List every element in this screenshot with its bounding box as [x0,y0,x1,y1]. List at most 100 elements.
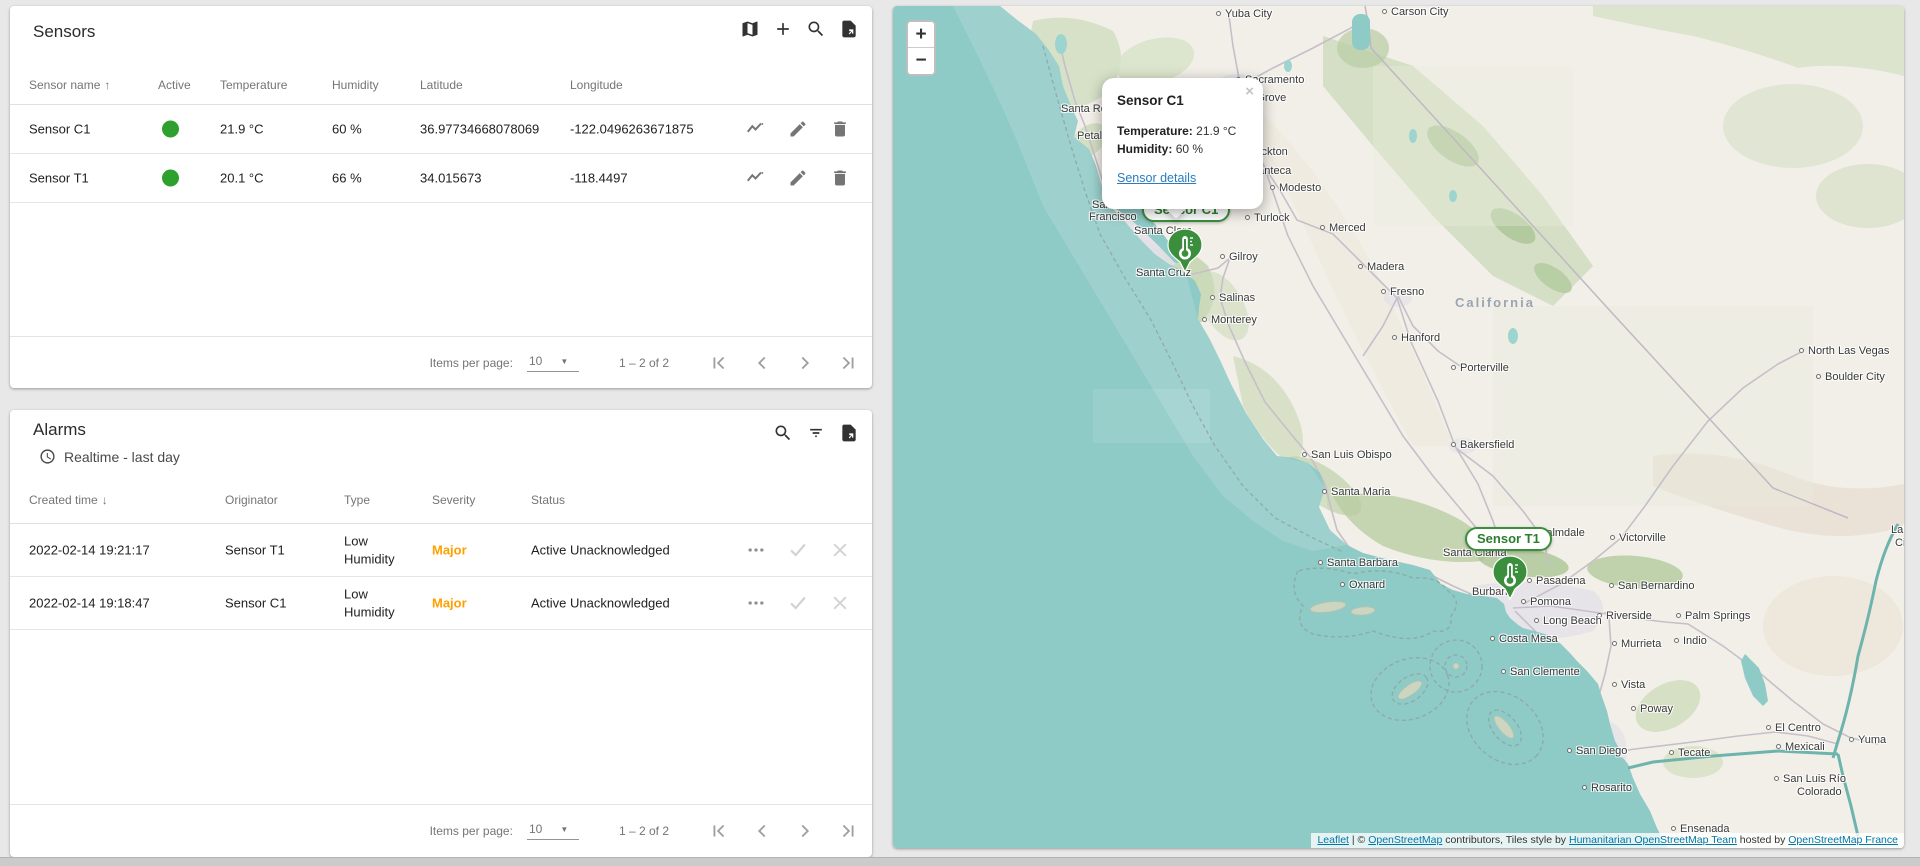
city-label: Merced [1329,222,1366,234]
cell-latitude: 34.015673 [420,171,481,186]
sort-desc-icon: ↓ [102,493,108,507]
cell-sensor-name: Sensor T1 [29,171,89,186]
attribution-link[interactable]: OpenStreetMap France [1788,834,1898,846]
timeseries-chart-button[interactable] [742,164,770,192]
sensor-tooltip: Sensor T1 [1465,527,1552,551]
city-dot [1501,669,1506,674]
city-dot [1776,744,1781,749]
edit-button[interactable] [784,164,812,192]
first-page-button[interactable] [705,817,733,845]
cell-sensor-name: Sensor C1 [29,122,90,137]
col-latitude[interactable]: Latitude [420,78,463,92]
map-toggle-button[interactable] [737,16,763,42]
delete-button[interactable] [826,115,854,143]
alarm-row[interactable]: 2022-02-14 19:21:17Sensor T1Low Humidity… [10,524,872,577]
zoom-out-button[interactable]: − [908,48,934,74]
search-icon [806,19,826,39]
col-longitude[interactable]: Longitude [570,78,623,92]
timeseries-chart-button[interactable] [742,115,770,143]
city-dot [1816,374,1821,379]
attribution-text: | © [1349,834,1368,846]
ack-check-icon [787,539,809,561]
popup-temperature: Temperature: 21.9 °C [1117,122,1248,140]
last-page-button[interactable] [834,349,862,377]
pager-buttons [705,817,862,845]
alarm-filter-button[interactable] [803,420,829,446]
attribution-link[interactable]: OpenStreetMap [1368,834,1442,846]
search-icon [773,423,793,443]
search-button[interactable] [803,16,829,42]
sensor-pin-icon [1165,228,1205,274]
zoom-in-button[interactable]: + [908,22,934,48]
last-page-button[interactable] [834,817,862,845]
alarm-search-button[interactable] [770,420,796,446]
alarms-table-header: Created time↓ Originator Type Severity S… [10,476,872,524]
alarms-time-window[interactable]: Realtime - last day [39,448,180,465]
map-attribution: Leaflet | © OpenStreetMap contributors, … [1311,833,1904,848]
sensor-row[interactable]: Sensor T1 20.1 °C 66 % 34.015673 -118.4497 [10,154,872,203]
state-label: California [1455,295,1535,310]
alarms-toolbar [770,420,862,446]
export-button[interactable] [836,16,862,42]
col-severity[interactable]: Severity [432,493,475,507]
edit-button[interactable] [784,115,812,143]
ack-button[interactable] [784,589,812,617]
map-viewport[interactable]: Yuba CityCarson CitySacramentoElk GroveS… [893,6,1904,848]
col-status[interactable]: Status [531,493,565,507]
city-label: Fresno [1390,286,1424,298]
col-type[interactable]: Type [344,493,370,507]
prev-page-button[interactable] [748,349,776,377]
col-active[interactable]: Active [158,78,191,92]
horizontal-scrollbar[interactable] [0,857,1920,866]
row-actions [742,105,854,153]
col-originator[interactable]: Originator [225,493,278,507]
attribution-link[interactable]: Leaflet [1317,834,1349,846]
city-label: San Luis Obispo [1311,449,1392,461]
cell-temperature: 20.1 °C [220,171,264,186]
col-sensor-name[interactable]: Sensor name↑ [29,78,110,92]
items-per-page-select[interactable]: 10 ▼ [527,354,579,372]
more-button[interactable] [742,589,770,617]
delete-button[interactable] [826,164,854,192]
next-page-button[interactable] [791,817,819,845]
attribution-link[interactable]: Humanitarian OpenStreetMap Team [1569,834,1737,846]
cell-humidity: 66 % [332,171,362,186]
alarm-export-button[interactable] [836,420,862,446]
clear-button[interactable] [826,536,854,564]
city-label: Vista [1621,679,1645,691]
sensor-marker[interactable] [1490,555,1530,601]
city-label: Riverside [1606,610,1652,622]
first-page-icon [708,352,730,374]
col-humidity[interactable]: Humidity [332,78,379,92]
chevron-left-icon [751,352,773,374]
items-per-page-select[interactable]: 10 ▼ [527,822,579,840]
sensor-pin-icon [1490,555,1530,601]
city-label: Oxnard [1349,579,1385,591]
col-temperature[interactable]: Temperature [220,78,287,92]
city-label: Colorado [1797,786,1842,798]
add-entity-button[interactable] [770,16,796,42]
city-label: Santa Maria [1331,486,1390,498]
col-created-time[interactable]: Created time↓ [29,493,108,507]
city-dot [1799,348,1804,353]
prev-page-button[interactable] [748,817,776,845]
alarms-title: Alarms [33,420,86,440]
city-label: Modesto [1279,182,1321,194]
sensor-row[interactable]: Sensor C121.9 °C60 %36.97734668078069-12… [10,105,872,154]
cell-severity: Major [432,543,467,558]
alarm-row[interactable]: 2022-02-14 19:18:47Sensor C1Low Humidity… [10,577,872,630]
ack-button[interactable] [784,536,812,564]
cell-longitude: -118.4497 [570,171,628,186]
popup-close-icon[interactable]: × [1245,83,1254,100]
sensor-marker[interactable] [1165,228,1205,274]
sensors-widget: Sensors Sensor name↑ Active Temperature … [10,6,872,388]
pager-buttons [705,349,862,377]
more-button[interactable] [742,536,770,564]
cell-severity: Major [432,596,467,611]
popup-title: Sensor C1 [1117,93,1248,108]
clear-button[interactable] [826,589,854,617]
next-page-button[interactable] [791,349,819,377]
add-icon [773,19,793,39]
first-page-button[interactable] [705,349,733,377]
sensor-details-link[interactable]: Sensor details [1117,171,1196,185]
